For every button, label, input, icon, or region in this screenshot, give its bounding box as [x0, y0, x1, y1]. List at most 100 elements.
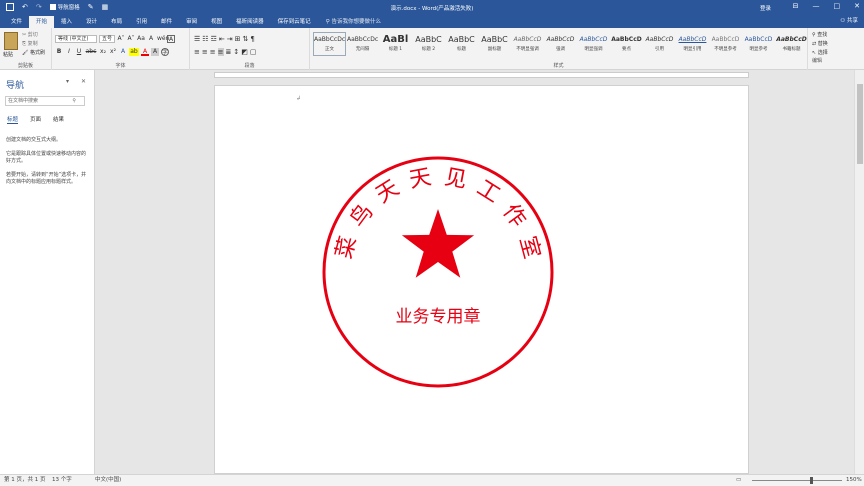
- style-item[interactable]: AaBl 标题 1: [379, 32, 412, 56]
- tab-foxit[interactable]: 福昕阅读器: [229, 16, 271, 28]
- replace-label: 替换: [817, 41, 828, 47]
- style-item[interactable]: AaBbC 标题: [445, 32, 478, 56]
- style-name: 要点: [622, 47, 631, 52]
- tab-cloud-note[interactable]: 保存到云笔记: [271, 16, 318, 28]
- increase-indent-icon[interactable]: ⇥: [227, 35, 233, 43]
- change-case-button[interactable]: Aa: [137, 35, 145, 43]
- style-sample: AaBbCcD: [678, 36, 707, 43]
- shading-icon[interactable]: ◩: [241, 48, 248, 56]
- style-item[interactable]: AaBbCcDc 无间隔: [346, 32, 379, 56]
- person-icon: ⚇: [840, 18, 846, 24]
- char-shading-button[interactable]: A: [151, 48, 159, 56]
- nav-tab-pages[interactable]: 页面: [30, 115, 41, 124]
- nav-tab-results[interactable]: 结果: [53, 115, 64, 124]
- vertical-scrollbar[interactable]: [854, 70, 864, 474]
- font-name-select[interactable]: 等线 (中文正): [55, 35, 97, 43]
- tell-me-box[interactable]: ⚲ 告诉我你想要做什么: [326, 16, 381, 28]
- style-item[interactable]: AaBbCcD 要点: [610, 32, 643, 56]
- read-mode-icon[interactable]: ▭: [736, 475, 741, 486]
- style-item[interactable]: AaBbCcD 明显强调: [577, 32, 610, 56]
- style-item[interactable]: AaBbCcD 书籍标题: [775, 32, 808, 56]
- ribbon: 粘贴 ✂ 剪切 ⎘ 复制 🖌 格式刷 剪贴板 等线 (中文正) 五号 A˄ A˅…: [0, 28, 864, 70]
- tab-design[interactable]: 设计: [79, 16, 104, 28]
- tab-mailings[interactable]: 邮件: [154, 16, 179, 28]
- close-icon[interactable]: ✕: [81, 78, 86, 85]
- italic-button[interactable]: I: [65, 48, 73, 56]
- tab-view[interactable]: 视图: [204, 16, 229, 28]
- align-right-icon[interactable]: ≡: [210, 48, 216, 56]
- language-indicator[interactable]: 中文(中国): [95, 475, 121, 486]
- style-item[interactable]: AaBbC 副标题: [478, 32, 511, 56]
- align-left-icon[interactable]: ≡: [194, 48, 200, 56]
- chevron-down-icon[interactable]: ▾: [66, 78, 69, 85]
- multilevel-icon[interactable]: ☲: [211, 35, 217, 43]
- style-name: 书籍标题: [782, 47, 801, 52]
- line-spacing-icon[interactable]: ↕: [233, 48, 239, 56]
- tab-insert[interactable]: 插入: [54, 16, 79, 28]
- distribute-icon[interactable]: ≣: [226, 48, 232, 56]
- style-item[interactable]: AaBbCcD 引用: [643, 32, 676, 56]
- restore-button[interactable]: □: [834, 2, 841, 10]
- scrollbar-thumb[interactable]: [857, 84, 863, 164]
- font-size-select[interactable]: 五号: [99, 35, 115, 43]
- style-name: 标题: [457, 47, 466, 52]
- strikethrough-button[interactable]: abc: [85, 48, 97, 56]
- tab-review[interactable]: 审阅: [179, 16, 204, 28]
- bullets-icon[interactable]: ☰: [194, 35, 200, 43]
- sort-icon[interactable]: ⇅: [242, 35, 248, 43]
- style-item[interactable]: AaBbCcD 不明显强调: [511, 32, 544, 56]
- bold-button[interactable]: B: [55, 48, 63, 56]
- word-count[interactable]: 13 个字: [52, 475, 72, 486]
- zoom-slider[interactable]: [752, 477, 842, 484]
- text-effects-button[interactable]: A: [119, 48, 127, 56]
- ribbon-options-icon[interactable]: ⊟: [793, 2, 799, 10]
- style-item[interactable]: AaBbCcD 强调: [544, 32, 577, 56]
- font-color-button[interactable]: A: [141, 48, 149, 56]
- paste-button-label[interactable]: 粘贴: [3, 51, 13, 58]
- style-item[interactable]: AaBbC 标题 2: [412, 32, 445, 56]
- justify-icon[interactable]: ≡: [217, 48, 224, 56]
- enclose-char-button[interactable]: 字: [161, 48, 169, 56]
- search-icon[interactable]: ⚲: [72, 97, 76, 105]
- style-item[interactable]: AaBbCcD 不明显参考: [709, 32, 742, 56]
- numbering-icon[interactable]: ☷: [202, 35, 208, 43]
- tab-file[interactable]: 文件: [4, 16, 29, 28]
- zoom-slider-knob[interactable]: [810, 477, 813, 484]
- tab-layout[interactable]: 布局: [104, 16, 129, 28]
- style-item[interactable]: AaBbCcD 明显引用: [676, 32, 709, 56]
- share-button[interactable]: ⚇ 共享: [840, 17, 858, 26]
- chinese-layout-icon[interactable]: ⊞: [235, 35, 241, 43]
- nav-tab-headings[interactable]: 标题: [7, 115, 19, 124]
- subscript-button[interactable]: x₂: [99, 48, 107, 56]
- zoom-level[interactable]: 150%: [846, 475, 862, 486]
- highlight-button[interactable]: ab: [129, 48, 139, 56]
- decrease-indent-icon[interactable]: ⇤: [219, 35, 225, 43]
- grow-font-button[interactable]: A˄: [117, 35, 125, 43]
- find-button[interactable]: ⚲ 查找: [812, 31, 828, 40]
- paste-icon[interactable]: [4, 32, 18, 50]
- minimize-button[interactable]: —: [813, 2, 820, 10]
- show-marks-icon[interactable]: ¶: [250, 35, 254, 43]
- cut-button[interactable]: ✂ 剪切: [22, 31, 45, 40]
- style-item[interactable]: AaBbCcDc 正文: [313, 32, 346, 56]
- style-sample: AaBbC: [448, 35, 475, 44]
- pinyin-button[interactable]: wén: [157, 35, 169, 43]
- close-button[interactable]: ✕: [854, 2, 860, 10]
- style-item[interactable]: AaBbCcD 明显参考: [742, 32, 775, 56]
- document-page[interactable]: 菜鸟天天见工作室 业务专用章 ↲: [214, 85, 749, 474]
- nav-search-input[interactable]: 在文档中搜索 ⚲: [5, 96, 85, 106]
- underline-button[interactable]: U: [75, 48, 83, 56]
- borders-icon[interactable]: ▢: [250, 48, 257, 56]
- char-border-button[interactable]: A: [167, 35, 175, 43]
- tab-home[interactable]: 开始: [29, 16, 55, 28]
- shrink-font-button[interactable]: A˅: [127, 35, 135, 43]
- superscript-button[interactable]: x²: [109, 48, 117, 56]
- replace-button[interactable]: ⇄ 替换: [812, 40, 828, 49]
- page-count[interactable]: 第 1 页，共 1 页: [4, 475, 46, 486]
- align-center-icon[interactable]: ≡: [202, 48, 208, 56]
- copy-button[interactable]: ⎘ 复制: [22, 40, 45, 49]
- format-painter-button[interactable]: 🖌 格式刷: [22, 49, 45, 58]
- clear-format-button[interactable]: A: [147, 35, 155, 43]
- tab-references[interactable]: 引用: [129, 16, 154, 28]
- login-button[interactable]: 登录: [760, 4, 771, 12]
